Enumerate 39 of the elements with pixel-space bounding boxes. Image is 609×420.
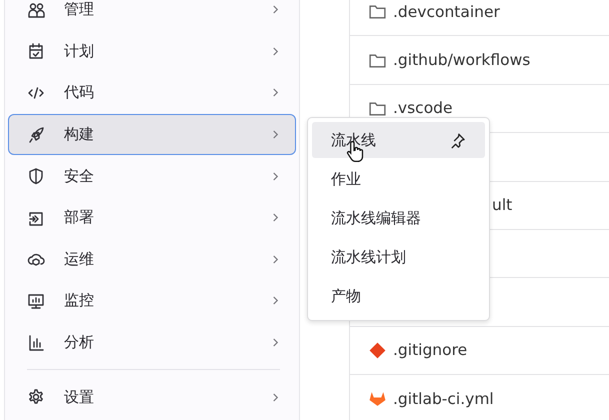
chevron-right-icon xyxy=(272,392,279,403)
chart-icon xyxy=(27,334,45,352)
people-icon xyxy=(27,0,45,19)
menu-item[interactable]: 作业 xyxy=(312,160,485,199)
nav-item[interactable]: 监控 xyxy=(8,280,296,322)
nav-item[interactable]: 部署 xyxy=(8,196,296,239)
calendar-icon xyxy=(27,42,45,60)
chevron-right-icon xyxy=(272,295,279,306)
file-name[interactable]: .gitlab-ci.yml xyxy=(393,390,494,408)
pin-icon[interactable] xyxy=(449,132,466,148)
file-name[interactable]: .gitignore xyxy=(393,341,468,360)
menu-item[interactable]: 流水线计划 xyxy=(312,238,485,277)
menu-item[interactable]: 产物 xyxy=(312,277,485,316)
rocket-icon xyxy=(27,126,45,144)
chevron-right-icon xyxy=(272,337,279,348)
nav-item[interactable]: 计划 xyxy=(8,30,296,72)
chevron-right-icon xyxy=(272,212,279,224)
chevron-right-icon xyxy=(272,129,279,140)
chevron-right-icon xyxy=(272,254,279,265)
chevron-right-icon xyxy=(272,46,279,57)
nav-item[interactable]: 管理 xyxy=(8,0,296,31)
diamond-icon xyxy=(368,340,387,360)
nav-item[interactable]: 分析 xyxy=(8,322,296,364)
nav-item[interactable]: 设置 xyxy=(8,376,296,418)
chevron-right-icon xyxy=(272,87,279,98)
settings-icon xyxy=(27,388,45,406)
nav-item[interactable]: 构建 xyxy=(8,114,296,156)
file-name[interactable]: .github/workflows xyxy=(393,51,530,70)
chevron-right-icon xyxy=(272,4,279,16)
menu-item[interactable]: 流水线编辑器 xyxy=(312,199,485,238)
nav-item[interactable]: 代码 xyxy=(8,72,296,114)
file-name[interactable]: ult xyxy=(492,196,512,214)
chevron-right-icon xyxy=(272,170,279,182)
file-name[interactable]: .vscode xyxy=(393,99,453,118)
monitor-icon xyxy=(27,292,45,310)
nav-item[interactable]: 安全 xyxy=(8,155,296,197)
shield-icon xyxy=(27,167,45,186)
nav-item[interactable]: 运维 xyxy=(8,238,296,280)
file-name[interactable]: .devcontainer xyxy=(393,2,500,21)
